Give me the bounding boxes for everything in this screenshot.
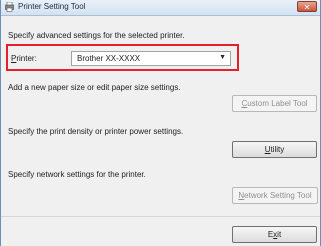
custom-label-tool-button[interactable]: Custom Label Tool (232, 95, 317, 112)
window-title: Printer Setting Tool (18, 2, 86, 11)
paper-settings-text: Add a new paper size or edit paper size … (8, 83, 181, 92)
footer-divider (1, 216, 320, 217)
utility-button[interactable]: Utility (232, 141, 317, 158)
chevron-down-icon: ▼ (219, 54, 226, 61)
utility-settings-text: Specify the print density or printer pow… (8, 127, 184, 136)
exit-button[interactable]: Exit (232, 226, 317, 243)
printer-select-value: Brother XX-XXXX (77, 54, 141, 63)
title-bar: Printer Setting Tool ✕ (1, 0, 320, 16)
printer-setting-tool-window: Printer Setting Tool ✕ Specify advanced … (0, 0, 321, 246)
printer-select[interactable]: Brother XX-XXXX ▼ (71, 51, 231, 66)
instruction-text: Specify advanced settings for the select… (8, 31, 185, 40)
printer-label: Printer: (11, 54, 37, 63)
printer-app-icon (5, 1, 14, 12)
network-setting-tool-button[interactable]: Network Setting Tool (232, 187, 318, 204)
network-settings-text: Specify network settings for the printer… (8, 170, 146, 179)
close-button[interactable]: ✕ (297, 1, 317, 12)
close-icon: ✕ (303, 3, 311, 12)
